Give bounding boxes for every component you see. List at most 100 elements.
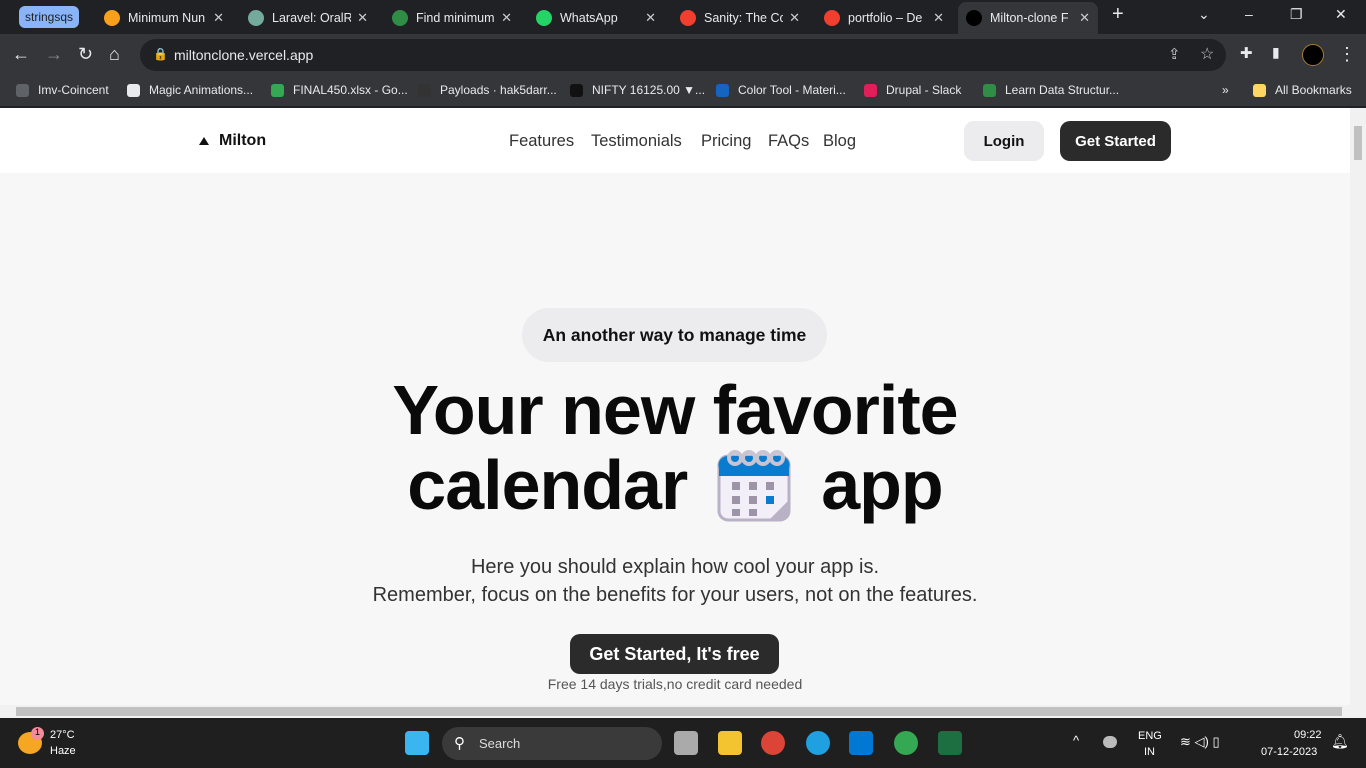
whatsapp-icon — [536, 10, 552, 26]
bookmark-7[interactable]: Learn Data Structur... — [983, 83, 1119, 97]
bookmark-1[interactable]: Magic Animations... — [127, 83, 253, 97]
nav-features[interactable]: Features — [509, 132, 574, 151]
headline-line-1: Your new favorite — [392, 371, 958, 449]
share-icon[interactable]: ⇪ — [1168, 45, 1181, 63]
restore-button[interactable]: ❐ — [1290, 6, 1303, 23]
excel-icon[interactable] — [938, 731, 962, 755]
site-logo[interactable]: Milton — [196, 132, 266, 150]
clock-date[interactable]: 07-12-2023 — [1261, 746, 1317, 758]
tab-title: portfolio – De — [848, 11, 923, 25]
onedrive-icon[interactable] — [1103, 736, 1117, 748]
bookmark-5[interactable]: Color Tool - Materi... — [716, 83, 846, 97]
weather-temp[interactable]: 27°C — [50, 729, 75, 741]
taskbar: 1 27°C Haze ⚲ Search ^ ENG IN ≋ ◁) ▯ 09:… — [0, 718, 1366, 768]
cta-button[interactable]: Get Started, It's free — [570, 634, 779, 674]
all-bookmarks[interactable]: All Bookmarks — [1253, 83, 1352, 97]
horizontal-scrollbar[interactable] — [0, 705, 1366, 718]
region-label[interactable]: IN — [1144, 746, 1155, 758]
file-explorer-icon[interactable] — [718, 731, 742, 755]
bookmark-favicon-icon — [127, 83, 140, 97]
tab-2[interactable]: Find minimum ✕ — [384, 4, 520, 32]
wifi-volume-battery-icons[interactable]: ≋ ◁) ▯ — [1180, 734, 1220, 750]
bookmark-favicon-icon — [271, 83, 284, 97]
tab-3[interactable]: WhatsApp ✕ — [528, 4, 664, 32]
extensions-icon[interactable]: ✚ — [1240, 44, 1253, 62]
milton-icon — [966, 10, 982, 26]
bookmark-6[interactable]: Drupal - Slack — [864, 83, 961, 97]
close-window-button[interactable]: ✕ — [1335, 6, 1347, 23]
bookmark-label: NIFTY 16125.00 ▼... — [592, 83, 706, 97]
headline-word-app: app — [821, 446, 943, 524]
nav-faqs[interactable]: FAQs — [768, 132, 809, 151]
nav-blog[interactable]: Blog — [823, 132, 856, 151]
bookmark-label: FINAL450.xlsx - Go... — [293, 83, 408, 97]
vscode-icon[interactable] — [849, 731, 873, 755]
login-button[interactable]: Login — [964, 121, 1044, 161]
scroll-thumb[interactable] — [1354, 126, 1362, 160]
address-bar[interactable]: 🔒 miltonclone.vercel.app ⇪ ☆ — [140, 39, 1226, 71]
clock-time[interactable]: 09:22 — [1294, 729, 1322, 741]
nav-pricing[interactable]: Pricing — [701, 132, 751, 151]
chrome-icon[interactable] — [761, 731, 785, 755]
vertical-scrollbar[interactable] — [1350, 108, 1366, 705]
close-tab-icon[interactable]: ✕ — [357, 10, 368, 26]
chrome-profile-icon[interactable] — [894, 731, 918, 755]
url-text[interactable]: miltonclone.vercel.app — [174, 47, 313, 63]
tab-title: WhatsApp — [560, 11, 618, 25]
close-tab-icon[interactable]: ✕ — [645, 10, 656, 26]
bookmark-favicon-icon — [570, 83, 583, 97]
notification-bell-icon[interactable]: 🔔︎ — [1331, 733, 1349, 750]
tab-group-label[interactable]: stringsqs — [19, 6, 80, 28]
bookmark-4[interactable]: NIFTY 16125.00 ▼... — [570, 83, 705, 97]
tab-4[interactable]: Sanity: The Co ✕ — [672, 4, 808, 32]
web-page: Milton Features Testimonials Pricing FAQ… — [0, 108, 1350, 705]
tray-overflow-icon[interactable]: ^ — [1073, 733, 1079, 748]
tab-search-icon[interactable]: ⌄ — [1198, 6, 1210, 23]
bookmark-0[interactable]: Imv-Coincent — [16, 83, 109, 97]
headline-line-2: calendar app — [0, 445, 1350, 525]
chatgpt-icon — [248, 10, 264, 26]
new-tab-button[interactable]: + — [1112, 3, 1124, 26]
weather-desc[interactable]: Haze — [50, 745, 76, 757]
tagline-badge: An another way to manage time — [522, 308, 827, 362]
h-scroll-thumb[interactable] — [16, 707, 1342, 716]
get-started-button[interactable]: Get Started — [1060, 121, 1171, 161]
back-button[interactable]: ← — [12, 44, 30, 65]
calendar-emoji-icon — [717, 450, 791, 522]
more-bookmarks-button[interactable]: » — [1222, 83, 1229, 97]
profile-avatar[interactable] — [1302, 44, 1324, 66]
nav-testimonials[interactable]: Testimonials — [591, 132, 682, 151]
tab-title: Milton-clone F — [990, 11, 1069, 25]
tab-0[interactable]: Minimum Nun ✕ — [96, 4, 232, 32]
home-button[interactable]: ⌂ — [109, 44, 120, 65]
search-icon: ⚲ — [454, 735, 465, 752]
lock-icon[interactable]: 🔒 — [153, 47, 168, 61]
bookmark-favicon-icon — [716, 83, 729, 97]
bookmark-label: Learn Data Structur... — [1005, 83, 1120, 97]
close-tab-icon[interactable]: ✕ — [1079, 10, 1090, 26]
reload-button[interactable]: ↻ — [78, 44, 93, 65]
language-label[interactable]: ENG — [1138, 730, 1162, 742]
minimize-button[interactable]: – — [1245, 6, 1253, 22]
site-header: Milton Features Testimonials Pricing FAQ… — [0, 108, 1350, 173]
tab-6[interactable]: Milton-clone F ✕ — [958, 2, 1098, 34]
bookmark-star-icon[interactable]: ☆ — [1200, 44, 1214, 64]
start-button[interactable] — [405, 731, 429, 755]
logo-triangle-icon — [199, 137, 209, 145]
forward-button[interactable]: → — [45, 44, 63, 65]
menu-icon[interactable]: ⋮ — [1338, 44, 1356, 65]
close-tab-icon[interactable]: ✕ — [933, 10, 944, 26]
bookmark-label: Drupal - Slack — [886, 83, 962, 97]
tab-5[interactable]: portfolio – De ✕ — [816, 4, 952, 32]
close-tab-icon[interactable]: ✕ — [213, 10, 224, 26]
tab-title: Minimum Nun — [128, 11, 206, 25]
bookmark-2[interactable]: FINAL450.xlsx - Go... — [271, 83, 408, 97]
tab-1[interactable]: Laravel: OralRe ✕ — [240, 4, 376, 32]
bookmark-3[interactable]: Payloads · hak5darr... — [418, 83, 557, 97]
side-panel-icon[interactable]: ▮ — [1272, 44, 1280, 61]
search-box[interactable]: ⚲ Search — [442, 727, 662, 760]
task-view-icon[interactable] — [674, 731, 698, 755]
close-tab-icon[interactable]: ✕ — [501, 10, 512, 26]
close-tab-icon[interactable]: ✕ — [789, 10, 800, 26]
edge-icon[interactable] — [806, 731, 830, 755]
